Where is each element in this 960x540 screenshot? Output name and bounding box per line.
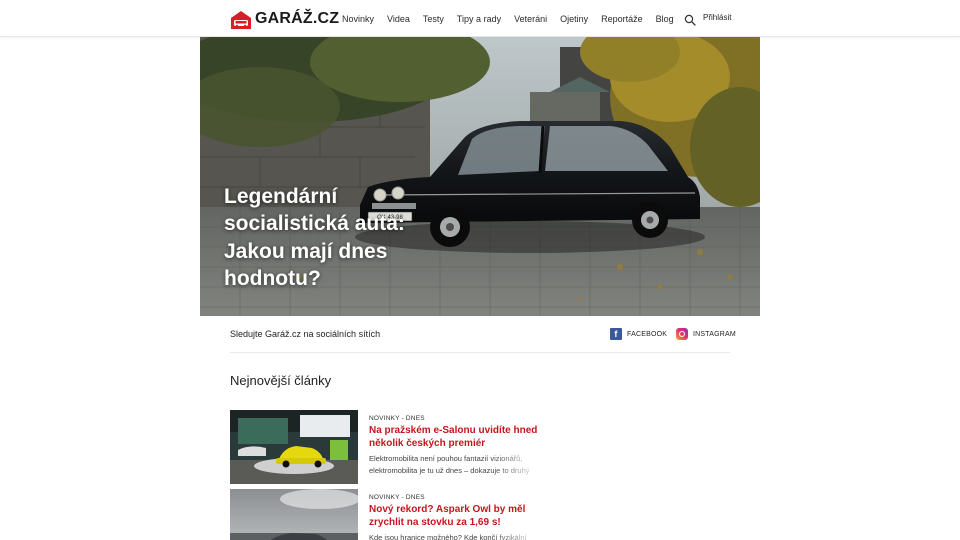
hero-title[interactable]: Legendární socialistická auta: Jakou maj… bbox=[224, 183, 464, 292]
facebook-icon: f bbox=[610, 328, 622, 340]
facebook-link[interactable]: f FACEBOOK bbox=[610, 328, 667, 340]
article-card[interactable]: NOVINKY - DNES Na pražském e-Salonu uvid… bbox=[230, 410, 560, 484]
facebook-label: FACEBOOK bbox=[627, 330, 668, 338]
garage-logo-icon bbox=[230, 10, 252, 29]
nav-item-testy[interactable]: Testy bbox=[423, 14, 444, 24]
login-link[interactable]: Přihlásit bbox=[703, 13, 731, 22]
main-nav: Novinky Videa Testy Tipy a rady Veteráni… bbox=[342, 0, 687, 37]
article-headline[interactable]: Nový rekord? Aspark Owl by měl zrychlit … bbox=[369, 503, 549, 529]
article-headline[interactable]: Na pražském e-Salonu uvidíte hned několi… bbox=[369, 424, 549, 450]
search-icon[interactable] bbox=[684, 13, 696, 26]
nav-item-veterani[interactable]: Veteráni bbox=[514, 14, 547, 24]
instagram-link[interactable]: INSTAGRAM bbox=[676, 328, 736, 340]
instagram-label: INSTAGRAM bbox=[693, 330, 736, 338]
social-follow-text: Sledujte Garáž.cz na sociálních sítích bbox=[230, 329, 381, 339]
site-logo[interactable]: GARÁŽ.CZ bbox=[230, 9, 339, 29]
logo-text: GARÁŽ.CZ bbox=[255, 10, 340, 27]
nav-item-blog[interactable]: Blog bbox=[656, 14, 674, 24]
nav-item-novinky[interactable]: Novinky bbox=[342, 14, 374, 24]
article-excerpt: Kde jsou hranice možného? Kde končí fyzi… bbox=[369, 533, 527, 540]
article-meta: NOVINKY - DNES bbox=[369, 415, 425, 422]
nav-item-reportaze[interactable]: Reportáže bbox=[601, 14, 643, 24]
nav-item-tipy-a-rady[interactable]: Tipy a rady bbox=[457, 14, 501, 24]
article-card[interactable]: NOVINKY - DNES Nový rekord? Aspark Owl b… bbox=[230, 489, 560, 540]
social-strip: Sledujte Garáž.cz na sociálních sítích f… bbox=[230, 317, 736, 353]
nav-item-videa[interactable]: Videa bbox=[387, 14, 410, 24]
article-thumbnail[interactable] bbox=[230, 410, 358, 484]
nav-item-ojetiny[interactable]: Ojetiny bbox=[560, 14, 588, 24]
site-header: GARÁŽ.CZ Novinky Videa Testy Tipy a rady… bbox=[0, 0, 960, 37]
article-excerpt: Elektromobilita není pouhou fantazií viz… bbox=[369, 454, 530, 475]
article-meta: NOVINKY - DNES bbox=[369, 494, 425, 501]
section-title: Nejnovější články bbox=[230, 373, 332, 388]
hero-article[interactable]: OK 43-98 Legendární socialistická auta: … bbox=[200, 37, 760, 316]
article-thumbnail[interactable] bbox=[230, 489, 358, 540]
instagram-icon bbox=[676, 328, 688, 340]
